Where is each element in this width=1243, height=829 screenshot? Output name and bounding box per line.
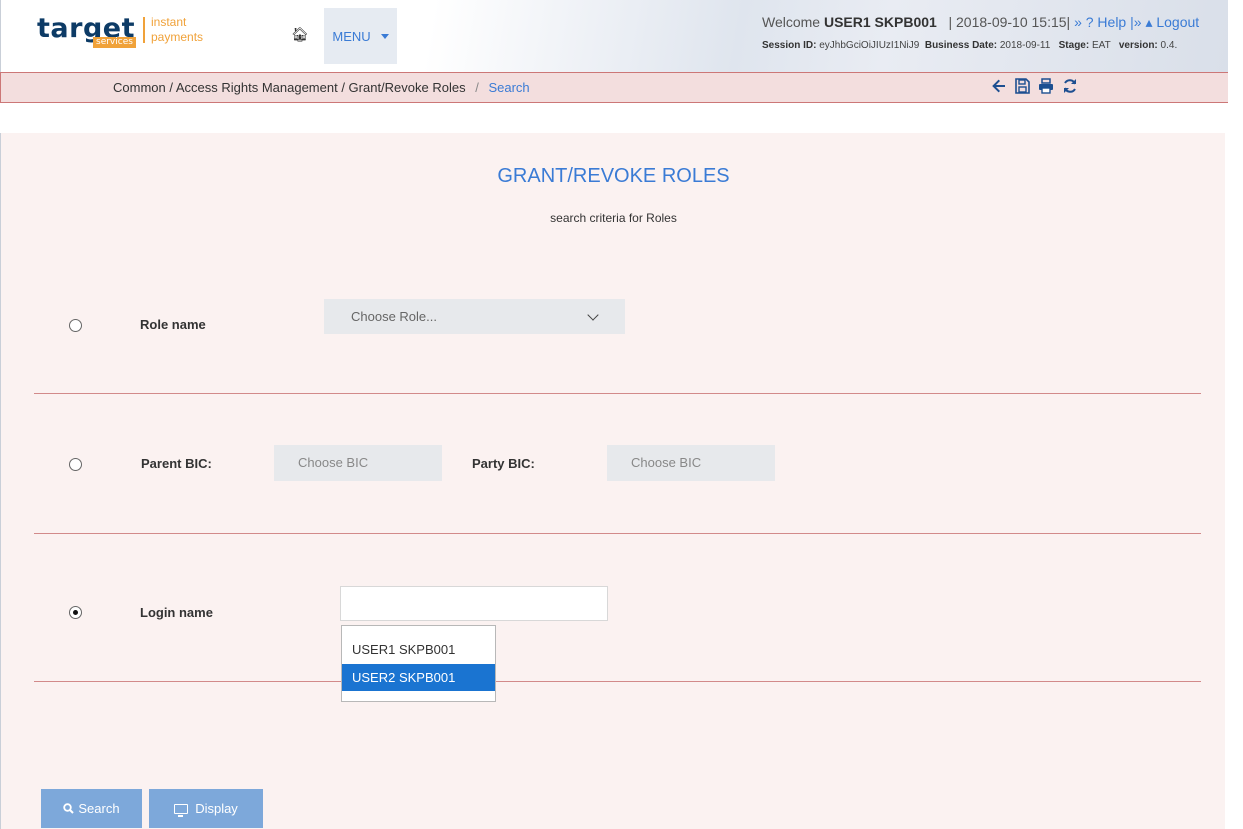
role-select-value: Choose Role... (351, 309, 437, 324)
page-subtitle: search criteria for Roles (550, 211, 677, 225)
logo-services-tag: services (93, 37, 136, 48)
role-name-label: Role name (140, 317, 206, 332)
parent-bic-label: Parent BIC: (141, 456, 212, 471)
back-arrow-icon[interactable] (991, 78, 1007, 94)
display-button-label: Display (195, 801, 238, 816)
breadcrumb-path[interactable]: Common / Access Rights Management / Gran… (113, 80, 466, 95)
version: 0.4. (1160, 40, 1178, 51)
username: USER1 SKPB001 (823, 14, 937, 30)
login-datetime: | 2018-09-10 15:15| (948, 14, 1071, 30)
party-bic-input[interactable]: Choose BIC (607, 445, 775, 481)
section-divider (34, 533, 1201, 534)
session-id: eyJhbGciOiJIUzI1NiJ9 (819, 40, 920, 51)
home-icon[interactable]: 🏠︎ (291, 26, 309, 43)
breadcrumb-separator: / (475, 80, 479, 95)
autocomplete-option[interactable]: USER1 SKPB001 (342, 636, 495, 663)
logo-wordmark: target services (37, 13, 136, 48)
menu-label: MENU (332, 28, 371, 44)
breadcrumb-bar: Common / Access Rights Management / Gran… (0, 72, 1228, 103)
bic-radio[interactable] (69, 458, 82, 471)
logo-divider (143, 17, 145, 43)
session-info: Session ID: eyJhbGciOiJIUzI1NiJ9 Busines… (762, 40, 1178, 51)
toolbar (991, 78, 1078, 94)
app-header: target services instant payments 🏠︎ MENU… (0, 0, 1228, 72)
target-logo[interactable]: target services instant payments (37, 13, 204, 48)
login-autocomplete-list: USER1 SKPB001 USER2 SKPB001 (341, 625, 496, 702)
login-name-label: Login name (140, 605, 213, 620)
search-button-label: Search (78, 801, 120, 816)
refresh-icon[interactable] (1062, 78, 1078, 94)
party-bic-label: Party BIC: (472, 456, 535, 471)
login-name-radio[interactable] (69, 606, 82, 619)
stage: EAT (1091, 40, 1111, 51)
save-icon[interactable] (1015, 78, 1030, 94)
search-button[interactable]: Search (41, 789, 142, 828)
role-select[interactable]: Choose Role... (324, 299, 625, 334)
parent-bic-input[interactable]: Choose BIC (274, 445, 442, 481)
logo-instant-payments: instant payments (151, 15, 204, 44)
welcome-line: Welcome USER1 SKPB001 | 2018-09-10 15:15… (762, 14, 1200, 30)
print-icon[interactable] (1038, 78, 1054, 94)
caret-down-icon (380, 33, 389, 39)
chevron-down-icon (587, 309, 599, 321)
monitor-icon (174, 803, 189, 817)
help-link[interactable]: » ? Help (1074, 14, 1126, 30)
business-date: 2018-09-11 (999, 40, 1051, 51)
page-title: GRANT/REVOKE ROLES (497, 165, 730, 187)
breadcrumb-current: Search (488, 80, 530, 95)
role-name-radio[interactable] (69, 319, 82, 332)
search-icon (63, 803, 75, 814)
search-panel: GRANT/REVOKE ROLES search criteria for R… (0, 133, 1225, 829)
login-name-input[interactable] (340, 586, 608, 621)
logout-link[interactable]: |» ▴ Logout (1130, 14, 1199, 30)
autocomplete-option-highlighted[interactable]: USER2 SKPB001 (342, 664, 495, 691)
section-divider (34, 393, 1201, 394)
section-divider (34, 681, 1201, 682)
menu-button[interactable]: MENU (324, 8, 397, 64)
breadcrumb: Common / Access Rights Management / Gran… (113, 80, 530, 95)
display-button[interactable]: Display (149, 789, 263, 828)
